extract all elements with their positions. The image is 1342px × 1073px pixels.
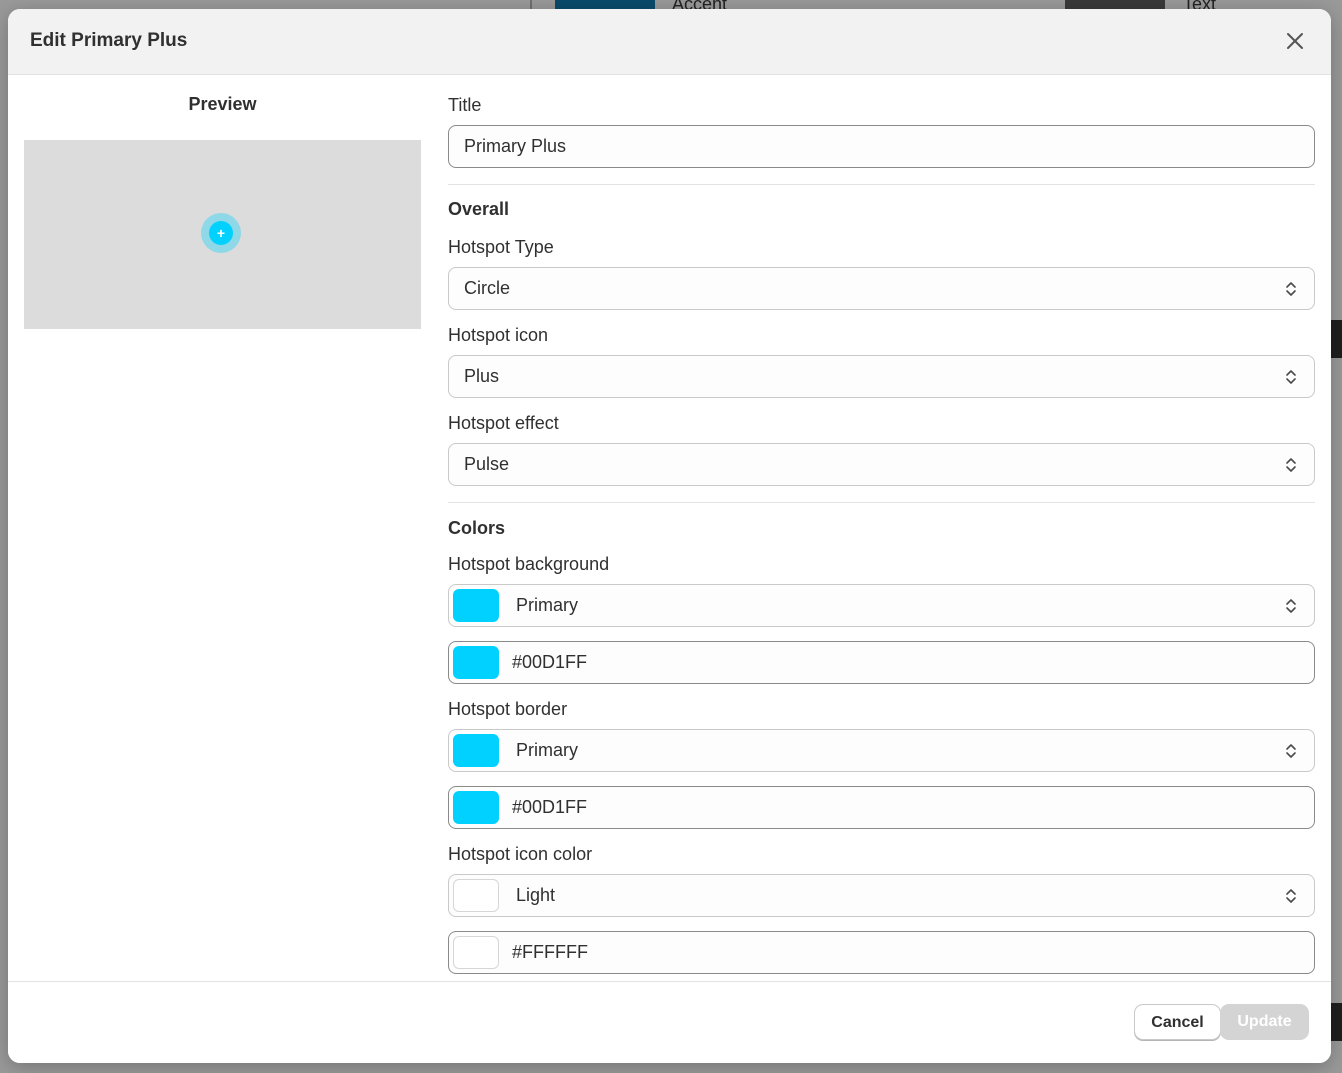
colors-heading: Colors — [448, 518, 506, 538]
hotspot-effect-select[interactable]: Pulse — [448, 443, 1315, 486]
background-text-swatch — [1065, 0, 1165, 9]
hotspot-background-hex: #00D1FF — [512, 652, 588, 672]
chevron-up-down-icon — [1286, 370, 1296, 384]
chevron-up-down-icon — [1286, 744, 1296, 758]
hotspot-icon-color-preset-select[interactable]: Light — [448, 874, 1315, 917]
modal-body: Preview + Title Primary Plus Overall Hot… — [8, 75, 1331, 982]
background-strip — [1330, 320, 1342, 358]
color-swatch — [453, 936, 499, 969]
title-input[interactable]: Primary Plus — [448, 125, 1315, 168]
chevron-up-down-icon — [1286, 282, 1296, 296]
color-swatch — [453, 879, 499, 912]
edit-hotspot-modal: Edit Primary Plus Preview + Title Primar… — [8, 9, 1331, 1063]
background-strip — [1330, 1003, 1342, 1041]
hotspot-border-preset: Primary — [516, 740, 578, 760]
plus-icon: + — [209, 221, 233, 245]
preview-heading: Preview — [188, 94, 257, 114]
modal-title: Edit Primary Plus — [30, 30, 188, 51]
color-swatch — [453, 791, 499, 824]
hotspot-border-hex: #00D1FF — [512, 797, 588, 817]
chevron-up-down-icon — [1286, 599, 1296, 613]
chevron-up-down-icon — [1286, 889, 1296, 903]
color-swatch — [453, 734, 499, 767]
hotspot-icon-color-label: Hotspot icon color — [448, 844, 593, 864]
hotspot-icon-color-preset: Light — [516, 885, 556, 905]
color-swatch — [453, 646, 499, 679]
background-divider — [530, 0, 532, 9]
hotspot-background-label: Hotspot background — [448, 554, 610, 574]
hotspot-type-value: Circle — [464, 278, 511, 298]
hotspot-background-hex-input[interactable]: #00D1FF — [448, 641, 1315, 684]
update-button[interactable]: Update — [1220, 1004, 1309, 1040]
hotspot-icon-label: Hotspot icon — [448, 325, 549, 345]
hotspot-background-preset-select[interactable]: Primary — [448, 584, 1315, 627]
hotspot-icon-color-hex: #FFFFFF — [512, 942, 588, 962]
cancel-button[interactable]: Cancel — [1134, 1004, 1221, 1040]
modal-footer: Cancel Update — [8, 981, 1331, 1063]
title-label: Title — [448, 95, 482, 115]
hotspot-effect-label: Hotspot effect — [448, 413, 559, 433]
hotspot-type-select[interactable]: Circle — [448, 267, 1315, 310]
hotspot-type-label: Hotspot Type — [448, 237, 554, 257]
background-accent-swatch — [555, 0, 655, 9]
settings-form: Title Primary Plus Overall Hotspot Type … — [448, 75, 1315, 974]
hotspot-icon-select[interactable]: Plus — [448, 355, 1315, 398]
hotspot-border-preset-select[interactable]: Primary — [448, 729, 1315, 772]
hotspot-icon-value: Plus — [464, 366, 500, 386]
close-icon — [1287, 33, 1303, 49]
chevron-up-down-icon — [1286, 458, 1296, 472]
modal-header: Edit Primary Plus — [8, 9, 1331, 75]
hotspot-border-label: Hotspot border — [448, 699, 568, 719]
hotspot-background-preset: Primary — [516, 595, 578, 615]
hotspot-preview[interactable]: + — [201, 213, 241, 253]
preview-panel: Preview + — [24, 75, 421, 329]
hotspot-border-hex-input[interactable]: #00D1FF — [448, 786, 1315, 829]
color-swatch — [453, 589, 499, 622]
overall-heading: Overall — [448, 199, 510, 219]
hotspot-icon-color-hex-input[interactable]: #FFFFFF — [448, 931, 1315, 974]
preview-canvas: + — [24, 140, 421, 329]
hotspot-effect-value: Pulse — [464, 454, 510, 474]
close-button[interactable] — [1281, 27, 1309, 55]
